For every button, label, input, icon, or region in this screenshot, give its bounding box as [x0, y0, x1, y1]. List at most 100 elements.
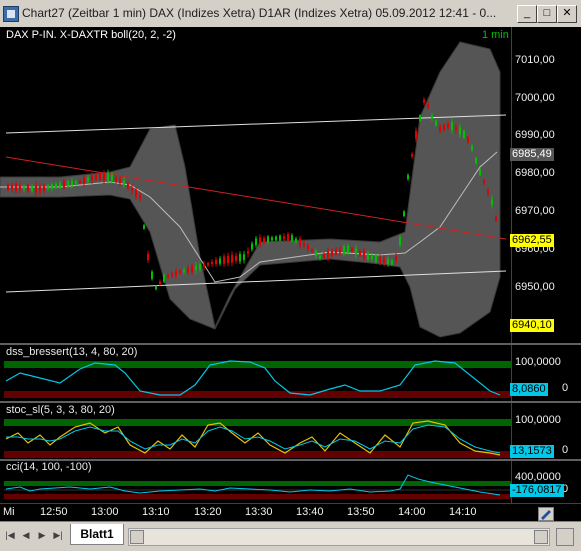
candle-body [291, 235, 293, 241]
candle-body [43, 185, 45, 191]
candle-body [183, 269, 185, 273]
horizontal-scrollbar[interactable] [128, 528, 550, 546]
candle-body [367, 252, 369, 260]
candle-body [179, 270, 181, 274]
price-pane[interactable]: DAX P-IN. X-DAXTR boll(20, 2, -2) 1 min … [0, 27, 581, 343]
close-button[interactable]: ✕ [557, 5, 577, 23]
candle-body [471, 146, 473, 151]
next-sheet-button[interactable]: ▶ [36, 528, 48, 542]
candle-body [439, 126, 441, 132]
candle-body [211, 261, 213, 265]
dss-value-flag: 8,0860 [510, 383, 548, 396]
candle-body [355, 248, 357, 255]
candle-body [467, 136, 469, 143]
upper-band-flag: 6985,49 [510, 148, 554, 161]
candle-body [327, 251, 329, 258]
scroll-left-arrow-icon[interactable] [130, 530, 144, 544]
candle-body [79, 180, 81, 184]
candle-body [459, 127, 461, 135]
time-axis[interactable]: Mi 12:50 13:00 13:10 13:20 13:30 13:40 1… [0, 503, 581, 522]
candle-body [259, 237, 261, 245]
candle-body [135, 189, 137, 197]
minimize-button[interactable]: _ [517, 5, 537, 23]
candle-body [175, 271, 177, 276]
chart-area[interactable]: DAX P-IN. X-DAXTR boll(20, 2, -2) 1 min … [0, 27, 581, 521]
candle-body [311, 249, 313, 252]
candle-body [359, 250, 361, 256]
candle-body [435, 120, 437, 126]
cci-pane[interactable]: cci(14, 100, -100) 400,0000 0 -176,0817 [0, 461, 581, 503]
candle-body [407, 174, 409, 180]
resize-grip-icon[interactable] [556, 528, 574, 546]
candle-body [275, 236, 277, 241]
candle-body [491, 199, 493, 205]
cci-axis[interactable]: 400,0000 0 -176,0817 [510, 461, 581, 503]
stoc-pane[interactable]: stoc_sl(5, 3, 3, 80, 20) 100,0000 0 13,1… [0, 403, 581, 459]
last-sheet-button[interactable]: ▶| [52, 528, 64, 542]
price-tick: 7010,00 [515, 54, 555, 66]
candle-body [335, 250, 337, 254]
candle-body [399, 237, 401, 245]
candle-body [231, 254, 233, 263]
candle-body [71, 180, 73, 186]
stoc-cyan-line [6, 424, 501, 454]
dss-pane[interactable]: dss_bressert(13, 4, 80, 20) 100,0000 0 8… [0, 345, 581, 401]
candle-body [111, 174, 113, 181]
candle-body [415, 130, 417, 139]
candle-body [19, 185, 21, 190]
candle-body [223, 256, 225, 264]
price-plot[interactable] [0, 27, 511, 343]
candle-body [115, 177, 117, 182]
candle-body [7, 184, 9, 190]
candle-body [35, 184, 37, 193]
candle-body [139, 195, 141, 199]
bollinger-band [0, 41, 501, 338]
candle-body [59, 182, 61, 188]
candle-body [119, 178, 121, 184]
prev-sheet-button[interactable]: ◀ [20, 528, 32, 542]
candle-body [323, 253, 325, 258]
candle-body [387, 259, 389, 265]
sheet-tab-bar: |◀ ◀ ▶ ▶| Blatt1 [0, 521, 581, 551]
sheet-tab-blatt1[interactable]: Blatt1 [70, 524, 124, 545]
candle-body [279, 235, 281, 241]
drawing-tool-icon[interactable] [538, 507, 554, 521]
scroll-right-arrow-icon[interactable] [534, 530, 548, 544]
candle-body [235, 255, 237, 261]
candle-body [107, 173, 109, 181]
candle-body [191, 265, 193, 273]
candle-body [155, 286, 157, 290]
candle-body [243, 254, 245, 261]
stoc-tick: 0 [562, 444, 569, 456]
candle-body [227, 255, 229, 264]
chart-window-icon[interactable] [3, 6, 19, 22]
candle-body [475, 157, 477, 164]
candle-body [131, 188, 133, 191]
candle-body [479, 168, 481, 176]
time-label: 13:20 [194, 506, 222, 518]
maximize-button[interactable]: □ [537, 5, 557, 23]
candle-body [263, 238, 265, 243]
candle-body [23, 186, 25, 190]
price-tick: 6990,00 [515, 129, 555, 141]
candle-body [83, 177, 85, 184]
interval-label: 1 min [482, 29, 509, 41]
candle-body [159, 281, 161, 285]
lower-band-flag: 6940,10 [510, 319, 554, 332]
dss-axis[interactable]: 100,0000 0 8,0860 [510, 345, 581, 401]
candle-body [55, 183, 57, 188]
price-axis[interactable]: 7010,00 7000,00 6990,00 6980,00 6970,00 … [510, 27, 581, 343]
candle-body [295, 238, 297, 242]
candle-body [331, 250, 333, 256]
stoc-axis[interactable]: 100,0000 0 13,1573 [510, 403, 581, 459]
candle-body [287, 233, 289, 241]
candle-body [299, 238, 301, 247]
candle-body [419, 115, 421, 121]
candle-body [187, 267, 189, 273]
first-sheet-button[interactable]: |◀ [4, 528, 16, 542]
candle-body [315, 251, 317, 257]
candle-body [427, 103, 429, 108]
candle-body [203, 264, 205, 267]
candle-body [319, 255, 321, 259]
candle-body [103, 173, 105, 181]
